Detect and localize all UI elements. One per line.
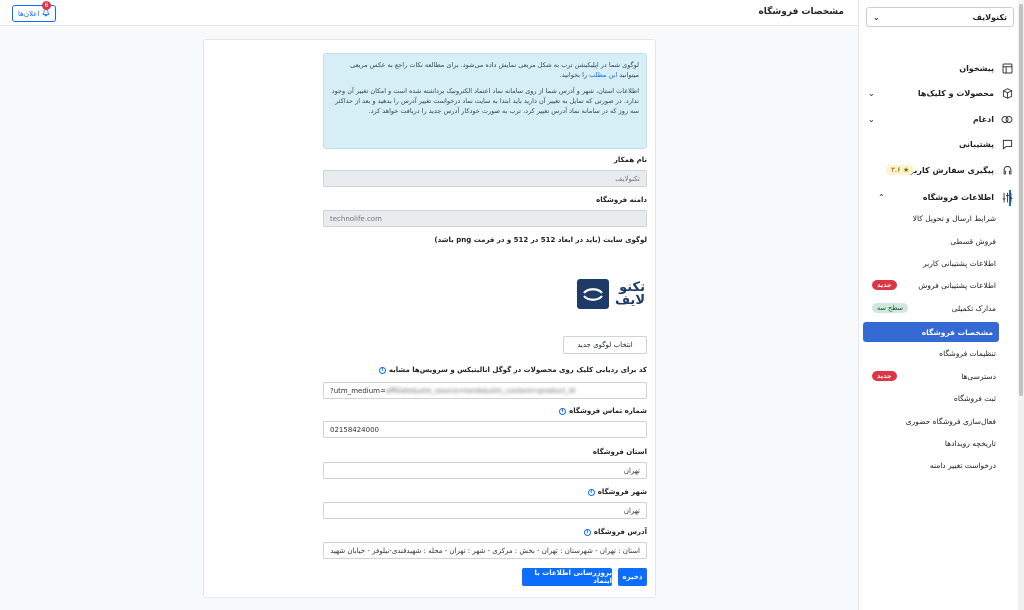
update-from-enamad-button[interactable]: بروزرسانی اطلاعات با اینماد bbox=[522, 568, 612, 586]
tracking-code-field[interactable]: ?utm_medium= affiliate&utm_source=torob&u… bbox=[323, 382, 647, 399]
sidebar-item-dashboard[interactable]: پیشخوان bbox=[868, 58, 1014, 78]
new-badge: جدید bbox=[872, 280, 897, 290]
address-field[interactable]: استان : تهران - شهرستان : تهران - بخش : … bbox=[323, 542, 647, 559]
sidebar-item-products[interactable]: محصولات و کلیک‌ها ⌄ bbox=[868, 83, 1014, 103]
sub-item-label: اطلاعات پشتیبانی کاربر bbox=[922, 258, 996, 268]
sub-item-user-support[interactable]: اطلاعات پشتیبانی کاربر bbox=[866, 253, 1002, 273]
sub-item-label: مشخصات فروشگاه bbox=[921, 327, 993, 337]
save-button[interactable]: ذخیره bbox=[618, 568, 647, 586]
info-icon[interactable]: i bbox=[378, 366, 386, 374]
sub-item-label: شرایط ارسال و تحویل کالا bbox=[912, 213, 996, 223]
sidebar: تکنولایف ⌄ پیشخوان محصولات و کلیک‌ها ⌄ ا… bbox=[858, 0, 1024, 610]
box-icon bbox=[1000, 86, 1014, 100]
choose-logo-button[interactable]: انتخاب لوگوی جدید bbox=[563, 336, 647, 354]
sidebar-item-label: ادغام bbox=[972, 114, 994, 124]
sidebar-item-label: پشتیبانی bbox=[958, 139, 994, 149]
sidebar-scrollbar[interactable] bbox=[1018, 0, 1024, 610]
notifications-label: اعلان‌ها bbox=[18, 9, 40, 18]
phone-field[interactable]: 02158424000 bbox=[323, 421, 647, 438]
sub-item-store-settings[interactable]: تنظیمات فروشگاه bbox=[866, 343, 1002, 363]
top-header: مشخصات فروشگاه اعلان‌ها 6 bbox=[0, 0, 858, 26]
store-select[interactable]: تکنولایف ⌄ bbox=[866, 7, 1014, 27]
info-icon[interactable]: i bbox=[587, 488, 595, 496]
sidebar-item-order-tracking[interactable]: پیگیری سفارش کاربران ★ ۳.۶ bbox=[868, 160, 1014, 180]
info-paragraph-address: اطلاعات استان، شهر و آدرس شما از روی سام… bbox=[331, 87, 639, 116]
sub-item-label: ثبت فروشگاه bbox=[953, 393, 996, 403]
bell-icon bbox=[42, 8, 50, 19]
city-label: شهر فروشگاه i bbox=[587, 488, 647, 496]
logo-wordmark: تکنو لایف bbox=[614, 280, 645, 308]
notifications-count-badge: 6 bbox=[42, 1, 51, 10]
sub-item-label: مدارک تکمیلی bbox=[951, 303, 996, 313]
sidebar-item-label: محصولات و کلیک‌ها bbox=[917, 88, 994, 98]
store-details-card: لوگوی شما در اپلیکیشن ترب به شکل مربعی ن… bbox=[203, 39, 656, 598]
info-icon[interactable]: i bbox=[559, 407, 567, 415]
sidebar-item-store-info[interactable]: اطلاعات فروشگاه ⌃ bbox=[868, 187, 1014, 207]
store-logo: تکنو لایف bbox=[555, 274, 645, 314]
sub-item-label: درخواست تغییر دامنه bbox=[929, 460, 996, 470]
sidebar-item-integration[interactable]: ادغام ⌄ bbox=[868, 109, 1014, 129]
sub-item-shipping[interactable]: شرایط ارسال و تحویل کالا bbox=[866, 208, 1002, 228]
info-paragraph-logo: لوگوی شما در اپلیکیشن ترب به شکل مربعی ن… bbox=[350, 61, 639, 80]
sub-item-sales-support[interactable]: اطلاعات پشتیبانی فروش جدید bbox=[866, 275, 1002, 295]
sub-item-event-history[interactable]: تاریخچه رویدادها bbox=[866, 433, 1002, 453]
tracking-label: کد برای ردیابی کلیک روی محصولات در گوگل … bbox=[378, 366, 647, 374]
sliders-icon bbox=[1000, 190, 1014, 204]
info-icon[interactable]: i bbox=[583, 528, 591, 536]
chat-icon bbox=[1000, 137, 1014, 151]
article-link[interactable]: این مطلب bbox=[589, 71, 617, 79]
sub-item-store-details[interactable]: مشخصات فروشگاه bbox=[863, 322, 999, 342]
level-badge: سطح سه bbox=[872, 303, 908, 313]
sub-item-in-person-store[interactable]: فعال‌سازی فروشگاه حضوری bbox=[866, 411, 1002, 431]
logo-label: لوگوی سایت (باید در ابعاد 512 در 512 و د… bbox=[434, 236, 647, 244]
rating-badge: ★ ۳.۶ bbox=[886, 165, 915, 175]
store-select-value: تکنولایف bbox=[972, 12, 1007, 22]
sub-item-access[interactable]: دسترسی‌ها جدید bbox=[866, 366, 1002, 386]
province-label: استان فروشگاه bbox=[592, 448, 647, 456]
sub-item-label: فروش قسطی bbox=[950, 236, 996, 246]
sidebar-item-label: پیشخوان bbox=[959, 63, 994, 73]
sub-item-documents[interactable]: مدارک تکمیلی سطح سه bbox=[866, 298, 1002, 318]
info-alert: لوگوی شما در اپلیکیشن ترب به شکل مربعی ن… bbox=[323, 53, 647, 149]
chevron-down-icon: ⌄ bbox=[868, 88, 875, 98]
partner-name-label: نام همکار bbox=[613, 156, 647, 164]
sub-item-label: فعال‌سازی فروشگاه حضوری bbox=[905, 416, 996, 426]
address-label: آدرس فروشگاه i bbox=[583, 528, 647, 536]
province-field[interactable]: تهران bbox=[323, 462, 647, 479]
chevron-up-icon: ⌃ bbox=[878, 192, 885, 202]
phone-label: شماره تماس فروشگاه i bbox=[559, 407, 647, 415]
new-badge: جدید bbox=[872, 371, 897, 381]
city-field[interactable]: تهران bbox=[323, 502, 647, 519]
layout-icon bbox=[1000, 61, 1014, 75]
partner-name-field[interactable]: تکنولایف bbox=[323, 170, 647, 187]
headset-icon bbox=[1000, 163, 1014, 177]
sub-item-label: اطلاعات پشتیبانی فروش bbox=[918, 280, 996, 290]
sub-item-label: تنظیمات فروشگاه bbox=[939, 348, 996, 358]
sub-item-label: تاریخچه رویدادها bbox=[944, 438, 996, 448]
logo-mark-icon bbox=[576, 279, 609, 309]
sub-item-installment[interactable]: فروش قسطی bbox=[866, 231, 1002, 251]
chevron-down-icon: ⌄ bbox=[868, 114, 875, 124]
page-title: مشخصات فروشگاه bbox=[758, 7, 844, 17]
link-icon bbox=[1000, 112, 1014, 126]
sub-item-register-store[interactable]: ثبت فروشگاه bbox=[866, 388, 1002, 408]
sub-item-label: دسترسی‌ها bbox=[961, 371, 996, 381]
chevron-down-icon: ⌄ bbox=[873, 12, 880, 22]
sidebar-item-label: اطلاعات فروشگاه bbox=[922, 192, 994, 202]
domain-field[interactable]: technolife.com bbox=[323, 210, 647, 227]
sub-item-domain-change[interactable]: درخواست تغییر دامنه bbox=[866, 455, 1002, 475]
sidebar-item-support[interactable]: پشتیبانی bbox=[868, 134, 1014, 154]
domain-label: دامنه فروشگاه bbox=[596, 196, 647, 204]
